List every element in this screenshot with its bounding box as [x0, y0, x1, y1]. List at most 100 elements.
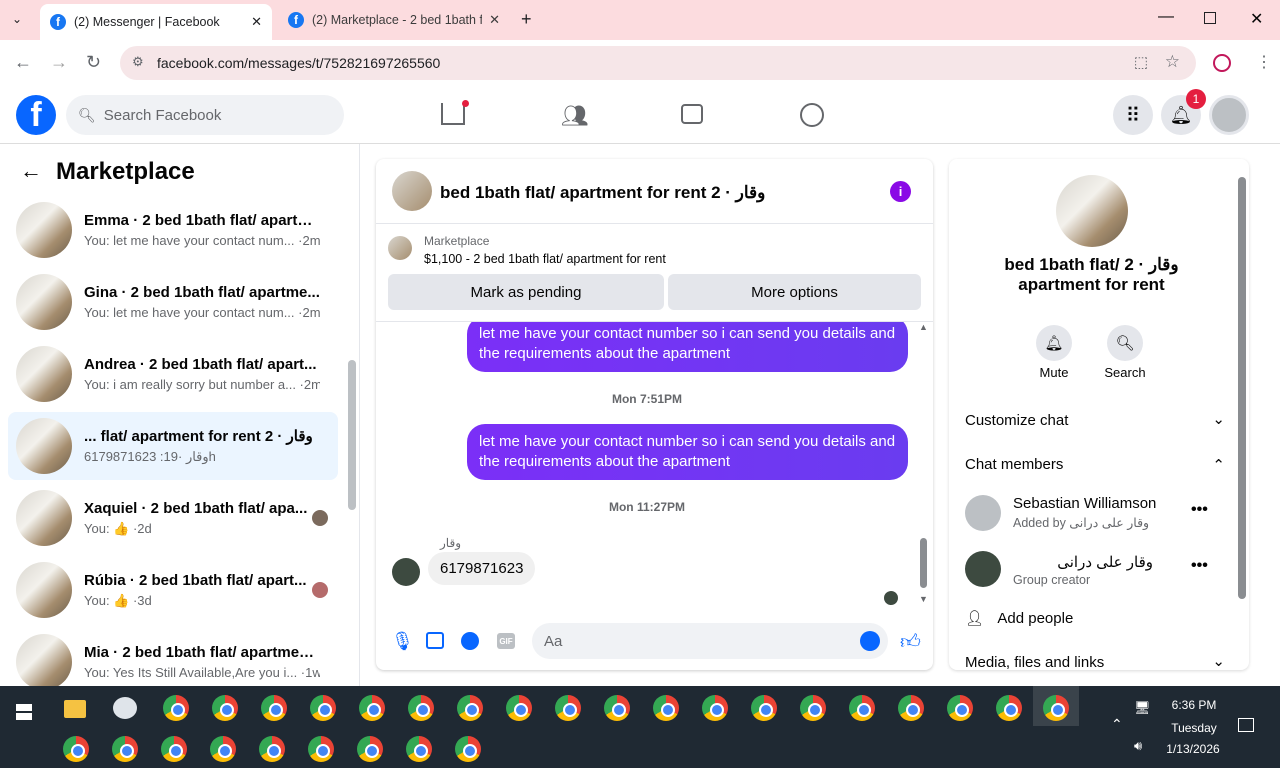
member-name[interactable]: Sebastian Williamson — [1013, 495, 1156, 512]
chrome-icon[interactable] — [751, 695, 777, 721]
scrollbar[interactable] — [348, 360, 356, 510]
chrome-icon[interactable] — [259, 736, 285, 762]
notification-center-icon[interactable] — [1238, 718, 1254, 732]
reload-icon[interactable]: ↻ — [86, 52, 101, 73]
chrome-icon[interactable] — [506, 695, 532, 721]
chrome-icon[interactable] — [310, 695, 336, 721]
clock-time[interactable]: 6:36 PM — [1164, 698, 1224, 712]
info-icon[interactable]: i — [890, 181, 911, 202]
sticker-icon[interactable] — [461, 632, 479, 650]
scrollbar[interactable] — [920, 538, 927, 588]
outgoing-message[interactable]: let me have your contact number so i can… — [467, 424, 908, 480]
member-name[interactable]: وقار علی درانی — [1013, 553, 1153, 571]
chrome-icon[interactable] — [163, 695, 189, 721]
search-input[interactable]: 🔍︎ Search Facebook — [66, 95, 344, 135]
site-info-icon[interactable]: ⚙ — [132, 54, 144, 70]
chrome-icon[interactable] — [308, 736, 334, 762]
tab-marketplace[interactable]: f (2) Marketplace - 2 bed 1bath f ✕ — [278, 0, 510, 40]
chrome-icon[interactable] — [210, 736, 236, 762]
chrome-icon[interactable] — [212, 695, 238, 721]
browser-menu-icon[interactable]: ⋮ — [1256, 52, 1272, 72]
list-item[interactable]: Rúbia · 2 bed 1bath flat/ apart... You: 👍… — [8, 556, 338, 624]
profile-icon[interactable] — [1213, 54, 1231, 72]
chrome-icon[interactable] — [112, 736, 138, 762]
message-input[interactable]: Aa — [532, 623, 888, 659]
chrome-icon[interactable] — [359, 695, 385, 721]
chrome-icon[interactable] — [947, 695, 973, 721]
close-tab-icon[interactable]: ✕ — [489, 12, 500, 28]
outgoing-message[interactable]: let me have your contact number so i can… — [467, 322, 908, 372]
chat-info-avatar[interactable] — [1056, 175, 1128, 247]
sender-avatar[interactable] — [392, 558, 420, 586]
chrome-icon[interactable] — [849, 695, 875, 721]
tab-messenger[interactable]: f (2) Messenger | Facebook ✕ — [40, 4, 272, 40]
chrome-icon[interactable] — [800, 695, 826, 721]
member-avatar[interactable] — [965, 551, 1001, 587]
groups-icon[interactable] — [800, 103, 824, 127]
microphone-icon[interactable]: 🎙︎ — [391, 631, 414, 652]
chrome-icon[interactable] — [406, 736, 432, 762]
chrome-icon[interactable] — [261, 695, 287, 721]
member-avatar[interactable] — [965, 495, 1001, 531]
menu-grid-button[interactable]: ⠿ — [1113, 95, 1153, 135]
new-tab-icon[interactable]: + — [521, 9, 532, 30]
chat-members-row[interactable]: Chat members ⌃ — [965, 456, 1225, 474]
chrome-icon[interactable] — [1043, 695, 1069, 721]
member-options-icon[interactable]: ••• — [1191, 501, 1208, 519]
bookmark-star-icon[interactable]: ☆ — [1165, 52, 1180, 72]
listing-price[interactable]: $1,100 - 2 bed 1bath flat/ apartment for… — [424, 252, 666, 266]
close-tab-icon[interactable]: ✕ — [251, 14, 262, 30]
chrome-icon[interactable] — [996, 695, 1022, 721]
tab-list-dropdown-icon[interactable]: ⌄ — [12, 12, 22, 26]
paint-icon[interactable] — [113, 697, 137, 719]
restore-icon[interactable] — [1204, 12, 1216, 24]
list-item[interactable]: Xaquiel · 2 bed 1bath flat/ apa... You: 👍… — [8, 484, 338, 552]
like-button-icon[interactable]: 👍︎ — [900, 630, 921, 654]
back-icon[interactable]: ← — [14, 52, 32, 73]
home-icon[interactable] — [441, 103, 465, 125]
list-item[interactable]: Gina · 2 bed 1bath flat/ apartme... You: … — [8, 268, 338, 336]
chrome-icon[interactable] — [457, 695, 483, 721]
page-scrollbar[interactable] — [1268, 90, 1278, 680]
member-options-icon[interactable]: ••• — [1191, 557, 1208, 575]
start-icon[interactable] — [16, 704, 32, 720]
chrome-icon[interactable] — [455, 736, 481, 762]
photo-icon[interactable] — [426, 632, 444, 649]
chrome-icon[interactable] — [161, 736, 187, 762]
chrome-icon[interactable] — [653, 695, 679, 721]
chrome-icon[interactable] — [408, 695, 434, 721]
account-avatar[interactable] — [1209, 95, 1249, 135]
chrome-icon[interactable] — [702, 695, 728, 721]
list-item-selected[interactable]: ... flat/ apartment for rent 2 · وقار 617… — [8, 412, 338, 480]
emoji-icon[interactable] — [860, 631, 880, 651]
video-icon[interactable] — [681, 104, 703, 124]
chrome-icon[interactable] — [604, 695, 630, 721]
chrome-icon[interactable] — [555, 695, 581, 721]
scroll-down-icon[interactable]: ▼ — [919, 594, 928, 604]
search-chat-button[interactable]: 🔍︎ — [1107, 325, 1143, 361]
list-item[interactable]: Emma · 2 bed 1bath flat/ apartm... You: l… — [8, 196, 338, 264]
list-item[interactable]: Andrea · 2 bed 1bath flat/ apart... You: … — [8, 340, 338, 408]
chrome-icon[interactable] — [357, 736, 383, 762]
mark-pending-button[interactable]: Mark as pending — [388, 274, 664, 310]
scroll-up-icon[interactable]: ▲ — [919, 322, 928, 332]
facebook-logo-icon[interactable]: f — [16, 95, 56, 135]
more-options-button[interactable]: More options — [668, 274, 921, 310]
minimize-icon[interactable]: — — [1158, 8, 1174, 26]
chat-title[interactable]: bed 1bath flat/ apartment for rent 2 · و… — [440, 183, 765, 203]
chrome-icon[interactable] — [898, 695, 924, 721]
scrollbar[interactable] — [1238, 177, 1246, 599]
chat-avatar[interactable] — [392, 171, 432, 211]
network-icon[interactable]: 🖥︎ — [1134, 700, 1151, 716]
customize-chat-row[interactable]: Customize chat ⌄ — [965, 411, 1225, 429]
address-bar[interactable]: ⚙ facebook.com/messages/t/75282169726556… — [120, 46, 1196, 80]
tray-chevron-icon[interactable]: ⌃ — [1111, 716, 1123, 733]
install-app-icon[interactable]: ⬚ — [1134, 53, 1148, 71]
gif-icon[interactable]: GIF — [497, 633, 515, 649]
file-explorer-icon[interactable] — [64, 700, 86, 718]
media-row[interactable]: Media, files and links ⌄ — [965, 653, 1225, 670]
back-arrow-icon[interactable]: ← — [20, 158, 42, 184]
volume-icon[interactable]: 🔊︎ — [1134, 738, 1142, 754]
forward-icon[interactable]: → — [50, 52, 68, 73]
friends-icon[interactable]: 👥︎ — [561, 103, 589, 129]
